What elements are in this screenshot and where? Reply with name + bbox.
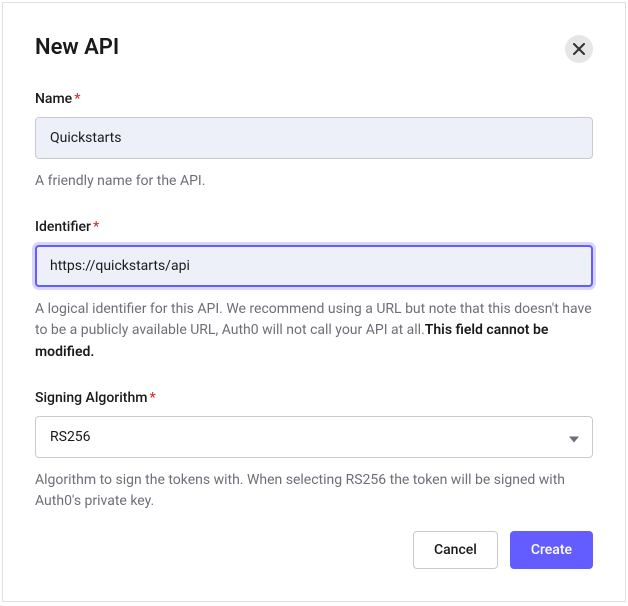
signing-algorithm-label: Signing Algorithm* (35, 390, 593, 406)
identifier-field-group: Identifier* A logical identifier for thi… (35, 219, 593, 364)
signing-algorithm-label-text: Signing Algorithm (35, 390, 147, 406)
close-icon (573, 43, 585, 55)
create-button[interactable]: Create (510, 531, 593, 569)
modal-title: New API (35, 35, 119, 60)
required-asterisk: * (93, 219, 99, 235)
identifier-label: Identifier* (35, 219, 593, 235)
signing-algorithm-select[interactable]: RS256 (35, 416, 593, 458)
new-api-modal: New API Name* A friendly name for the AP… (2, 2, 626, 602)
modal-footer: Cancel Create (413, 531, 593, 569)
name-field-group: Name* A friendly name for the API. (35, 91, 593, 193)
modal-header: New API (35, 35, 593, 63)
signing-algorithm-helper-text: Algorithm to sign the tokens with. When … (35, 470, 593, 513)
name-input[interactable] (35, 117, 593, 159)
required-asterisk: * (149, 390, 155, 406)
name-helper-text: A friendly name for the API. (35, 171, 593, 193)
close-button[interactable] (565, 35, 593, 63)
name-label: Name* (35, 91, 593, 107)
signing-algorithm-select-wrapper: RS256 (35, 416, 593, 458)
required-asterisk: * (74, 91, 80, 107)
name-label-text: Name (35, 91, 72, 107)
cancel-button[interactable]: Cancel (413, 531, 498, 569)
identifier-label-text: Identifier (35, 219, 91, 235)
identifier-input[interactable] (35, 245, 593, 287)
signing-algorithm-field-group: Signing Algorithm* RS256 Algorithm to si… (35, 390, 593, 513)
identifier-helper-text: A logical identifier for this API. We re… (35, 299, 593, 364)
